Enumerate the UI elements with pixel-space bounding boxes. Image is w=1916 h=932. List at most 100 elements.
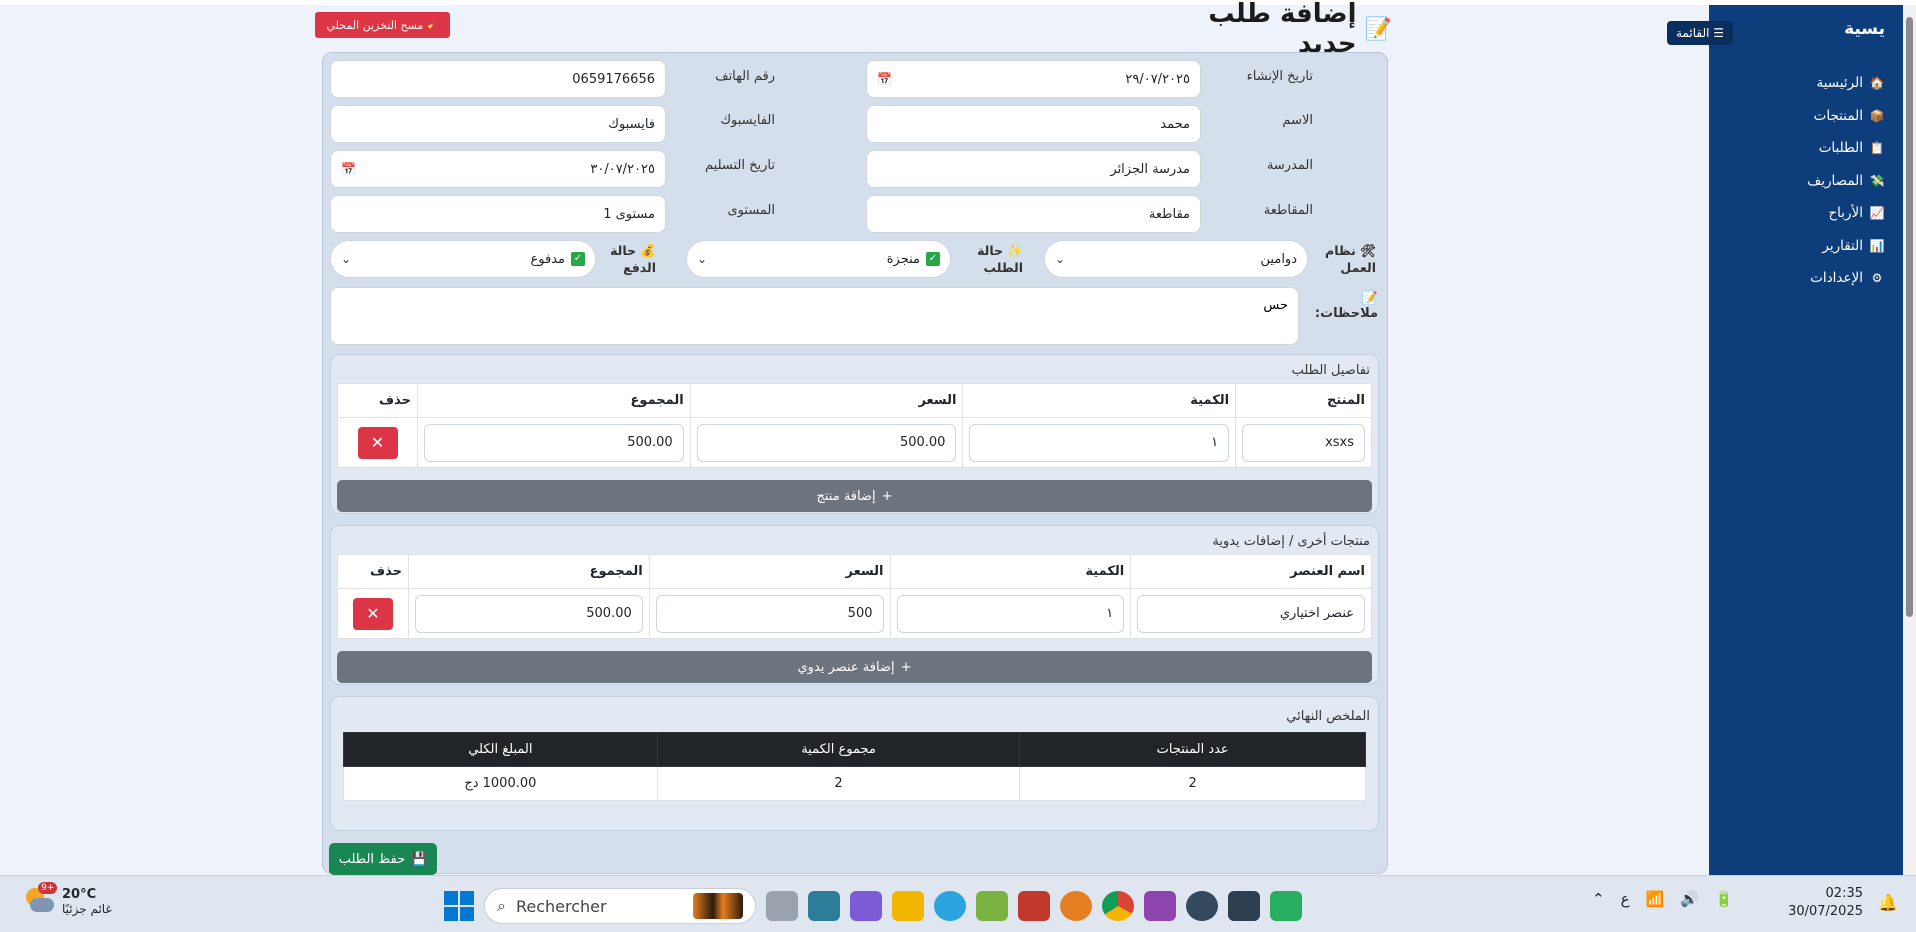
work-system-select[interactable]: دوامين ⌄ <box>1044 240 1308 278</box>
language-indicator[interactable]: ع <box>1621 890 1630 908</box>
app-icon[interactable] <box>976 891 1008 921</box>
page-title: إضافة طلب جديد <box>1208 0 1357 59</box>
search-icon: ⌕ <box>497 896 506 915</box>
weather-badge: 9+ <box>38 882 58 894</box>
sidebar-item-reports[interactable]: 📊 التقارير <box>1715 230 1885 263</box>
quantity-input[interactable]: ١ <box>969 423 1230 462</box>
price-input[interactable]: 500 <box>655 594 884 633</box>
sidebar-title: يسية <box>1844 19 1885 39</box>
search-app-icon[interactable] <box>1060 891 1092 921</box>
total-input: 500.00 <box>415 594 643 633</box>
system-tray: ⌃ ع 📶 🔊 🔋 <box>1592 890 1734 908</box>
price-input[interactable]: 500.00 <box>696 423 957 462</box>
level-input[interactable]: مستوى 1 <box>330 195 666 233</box>
product-input[interactable]: xsxs <box>1242 423 1365 462</box>
weather-widget[interactable]: 9+ 20°C غائم جزئيًا <box>24 882 112 916</box>
plus-icon: + <box>881 488 893 504</box>
col-item-name: اسم العنصر <box>1130 554 1372 589</box>
chevron-down-icon: ⌄ <box>341 252 352 266</box>
sidebar-nav: 🏠 الرئيسية 📦 المنتجات 📋 الطلبات 💸 المصاريف 📈… <box>1715 67 1885 295</box>
phone-input[interactable]: 0659176656 <box>330 60 666 98</box>
quantity-input[interactable]: ١ <box>896 594 1125 633</box>
memo-icon: 📝 <box>1361 291 1378 306</box>
weather-temp: 20°C <box>62 886 97 902</box>
created-date-label: تاريخ الإنشاء <box>1246 69 1313 84</box>
delete-row-button[interactable]: ✕ <box>357 426 398 459</box>
school-input[interactable]: مدرسة الجزائر <box>866 150 1201 188</box>
col-quantity: الكمية <box>962 383 1237 418</box>
col-quantity: الكمية <box>889 554 1132 589</box>
check-icon: ✓ <box>926 252 940 266</box>
sidebar-item-expenses[interactable]: 💸 المصاريف <box>1715 165 1885 198</box>
sidebar-item-products[interactable]: 📦 المنتجات <box>1715 100 1885 133</box>
check-icon: ✓ <box>571 252 585 266</box>
telegram-icon[interactable] <box>934 891 966 921</box>
created-date-input[interactable]: ٢٩/٠٧/٢٠٢٥ 📅 <box>866 60 1201 98</box>
scrollbar-thumb[interactable] <box>1906 17 1913 617</box>
sidebar-item-profits[interactable]: 📈 الأرباح <box>1715 197 1885 230</box>
notification-bell-icon[interactable]: 🔔 <box>1878 893 1898 912</box>
app-icon[interactable] <box>808 891 840 921</box>
col-delete: حذف <box>337 383 418 418</box>
delete-row-button[interactable]: ✕ <box>353 597 393 630</box>
col-total-amount: المبلغ الكلي <box>343 732 658 767</box>
notes-label: 📝 ملاحظات: <box>1314 291 1378 321</box>
col-total: المجموع <box>417 383 691 418</box>
chrome-icon[interactable] <box>1102 891 1134 921</box>
menu-toggle-button[interactable]: ☰ القائمة <box>1667 21 1733 45</box>
name-input[interactable]: محمد <box>866 105 1201 143</box>
floppy-disk-icon: 💾 <box>411 851 428 867</box>
item-name-input[interactable]: عنصر اختياري <box>1137 594 1365 633</box>
payment-status-select[interactable]: ✓ مدفوع ⌄ <box>330 240 596 278</box>
province-input[interactable]: مقاطعة <box>866 195 1201 233</box>
snipping-tool-icon[interactable] <box>1144 891 1176 921</box>
copilot-icon[interactable] <box>850 891 882 921</box>
facebook-label: الفايسبوك <box>720 113 775 128</box>
taskbar-search[interactable]: ⌕ Rechercher <box>484 888 756 924</box>
notepad-icon[interactable] <box>1270 891 1302 921</box>
col-total: المجموع <box>408 554 650 589</box>
table-row: xsxs ١ 500.00 500.00 ✕ <box>337 417 1372 468</box>
money-icon: 💸 <box>1869 173 1885 188</box>
add-product-button[interactable]: + إضافة منتج <box>337 480 1372 512</box>
calendar-icon[interactable]: 📅 <box>341 162 356 176</box>
manual-items-section: منتجات أخرى / إضافات يدوية اسم العنصر ال… <box>330 525 1379 685</box>
file-explorer-icon[interactable] <box>892 891 924 921</box>
speedometer-icon[interactable] <box>1186 891 1218 921</box>
sidebar-item-orders[interactable]: 📋 الطلبات <box>1715 132 1885 165</box>
search-highlight-image <box>693 893 743 919</box>
notes-textarea[interactable]: حس <box>330 287 1299 345</box>
clear-storage-button[interactable]: 🧹 مسح التخزين المحلي <box>315 12 450 38</box>
sidebar-item-home[interactable]: 🏠 الرئيسية <box>1715 67 1885 100</box>
chevron-up-icon[interactable]: ⌃ <box>1592 890 1605 908</box>
province-label: المقاطعة <box>1263 203 1313 218</box>
box-icon: 📦 <box>1869 108 1885 123</box>
app-icon[interactable] <box>1228 891 1260 921</box>
clipboard-icon: 📋 <box>1869 141 1885 156</box>
save-order-button[interactable]: 💾 حفظ الطلب <box>329 843 437 875</box>
calendar-icon[interactable]: 📅 <box>877 72 892 86</box>
order-form-card: تاريخ الإنشاء ٢٩/٠٧/٢٠٢٥ 📅 رقم الهاتف 065… <box>322 52 1388 874</box>
col-price: السعر <box>648 554 891 589</box>
add-manual-item-button[interactable]: + إضافة عنصر يدوي <box>337 651 1372 683</box>
weather-icon: 9+ <box>24 882 58 916</box>
volume-icon[interactable]: 🔊 <box>1680 890 1699 908</box>
chevron-down-icon: ⌄ <box>697 252 708 266</box>
wifi-icon[interactable]: 📶 <box>1646 890 1665 908</box>
col-price: السعر <box>689 383 964 418</box>
facebook-input[interactable]: فايسبوك <box>330 105 666 143</box>
battery-icon[interactable]: 🔋 <box>1715 890 1734 908</box>
close-icon: ✕ <box>366 604 380 623</box>
delivery-date-input[interactable]: ٣٠/٠٧/٢٠٢٥ 📅 <box>330 150 666 188</box>
page-scrollbar[interactable] <box>1903 5 1916 875</box>
app-icon[interactable] <box>1018 891 1050 921</box>
clock[interactable]: 02:35 30/07/2025 <box>1788 885 1863 921</box>
order-details-title: تفاصيل الطلب <box>1291 363 1370 378</box>
plus-icon: + <box>900 659 912 675</box>
money-bag-icon: 💰 <box>640 243 656 258</box>
sidebar-item-settings[interactable]: ⚙ الإعدادات <box>1715 262 1885 295</box>
order-status-select[interactable]: ✓ منجزة ⌄ <box>686 240 951 278</box>
task-view-icon[interactable] <box>766 891 798 921</box>
windows-start-icon[interactable] <box>444 891 474 921</box>
school-label: المدرسة <box>1266 158 1313 173</box>
